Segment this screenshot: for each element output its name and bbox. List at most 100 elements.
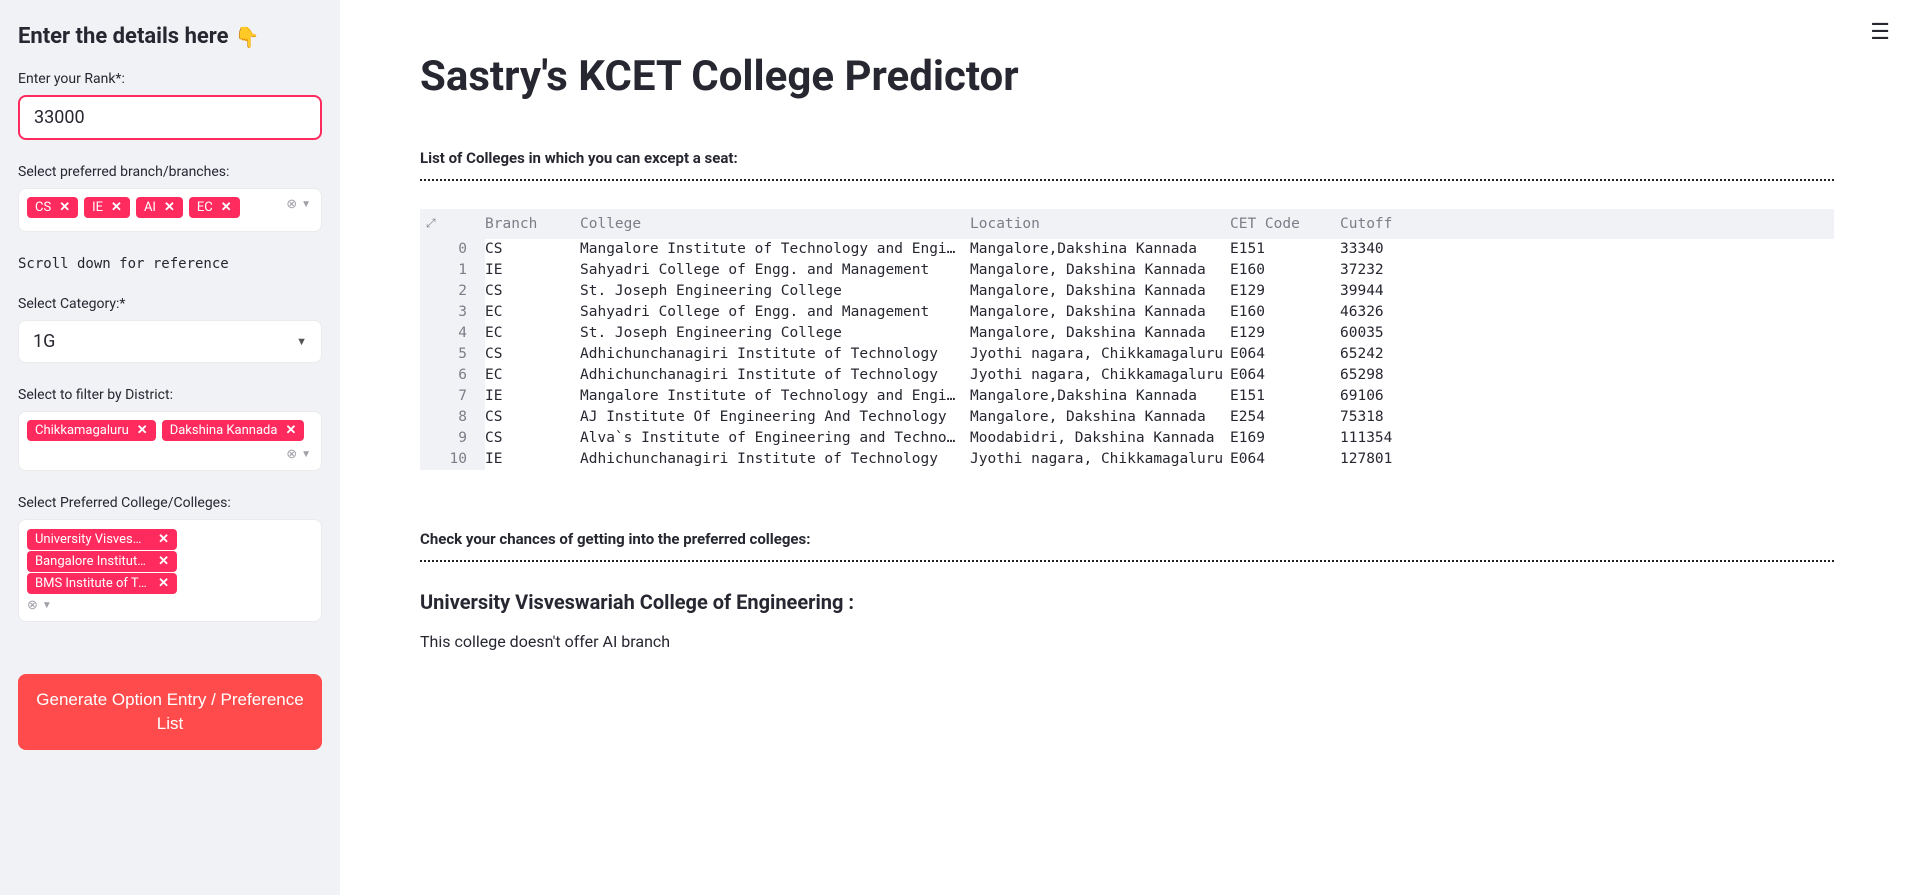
- cell-college: Adhichunchanagiri Institute of Technolog…: [580, 365, 970, 386]
- cell-cet-code: E160: [1230, 302, 1340, 323]
- remove-tag-icon[interactable]: ✕: [158, 554, 169, 569]
- cell-location: Mangalore,Dakshina Kannada: [970, 239, 1230, 260]
- cell-cet-code: E064: [1230, 449, 1340, 470]
- cell-cutoff: 111354: [1340, 428, 1430, 449]
- cell-location: Mangalore, Dakshina Kannada: [970, 407, 1230, 428]
- expand-icon[interactable]: ⤢: [426, 213, 436, 234]
- branch-tag[interactable]: IE✕: [84, 197, 130, 218]
- dropdown-caret-icon[interactable]: ▼: [301, 199, 311, 210]
- category-label: Select Category:*: [18, 296, 322, 312]
- remove-tag-icon[interactable]: ✕: [285, 423, 296, 438]
- divider: [420, 560, 1834, 562]
- table-row[interactable]: 2CSSt. Joseph Engineering CollegeMangalo…: [420, 281, 1834, 302]
- cell-cutoff: 75318: [1340, 407, 1430, 428]
- cell-college: Sahyadri College of Engg. and Management: [580, 260, 970, 281]
- cell-college: AJ Institute Of Engineering And Technolo…: [580, 407, 970, 428]
- college-tag[interactable]: Bangalore Institute of...✕: [27, 551, 177, 572]
- dropdown-caret-icon[interactable]: ▼: [42, 600, 52, 611]
- college-tag[interactable]: BMS Institute of Tech...✕: [27, 573, 177, 594]
- clear-all-icon[interactable]: ⊗: [286, 197, 297, 212]
- table-row[interactable]: 1IESahyadri College of Engg. and Managem…: [420, 260, 1834, 281]
- district-multiselect[interactable]: Chikkamagaluru✕ Dakshina Kannada✕ ⊗ ▼: [18, 411, 322, 471]
- cell-cutoff: 60035: [1340, 323, 1430, 344]
- remove-tag-icon[interactable]: ✕: [158, 576, 169, 591]
- cell-cutoff: 65242: [1340, 344, 1430, 365]
- dropdown-caret-icon[interactable]: ▼: [301, 449, 311, 460]
- branch-label: Select preferred branch/branches:: [18, 164, 322, 180]
- cell-branch: IE: [485, 260, 580, 281]
- table-row[interactable]: 5CSAdhichunchanagiri Institute of Techno…: [420, 344, 1834, 365]
- table-row[interactable]: 8CSAJ Institute Of Engineering And Techn…: [420, 407, 1834, 428]
- cell-location: Mangalore, Dakshina Kannada: [970, 281, 1230, 302]
- branch-tag[interactable]: EC✕: [189, 197, 240, 218]
- cell-location: Mangalore, Dakshina Kannada: [970, 302, 1230, 323]
- cell-cet-code: E064: [1230, 365, 1340, 386]
- remove-tag-icon[interactable]: ✕: [164, 200, 175, 215]
- cell-location: Jyothi nagara, Chikkamagaluru: [970, 344, 1230, 365]
- remove-tag-icon[interactable]: ✕: [59, 200, 70, 215]
- cell-college: Mangalore Institute of Technology and En…: [580, 239, 970, 260]
- branch-tag[interactable]: AI✕: [136, 197, 183, 218]
- multiselect-actions: ⊗ ▼: [27, 598, 54, 613]
- cell-cet-code: E160: [1230, 260, 1340, 281]
- generate-button[interactable]: Generate Option Entry / Preference List: [18, 674, 322, 750]
- row-index: 6: [420, 365, 485, 386]
- row-index: 2: [420, 281, 485, 302]
- table-row[interactable]: 4ECSt. Joseph Engineering CollegeMangalo…: [420, 323, 1834, 344]
- cell-branch: CS: [485, 281, 580, 302]
- cell-branch: IE: [485, 386, 580, 407]
- cell-college: Alva`s Institute of Engineering and Tech…: [580, 428, 970, 449]
- menu-icon[interactable]: ☰: [1870, 20, 1890, 45]
- category-dropdown[interactable]: 1G ▼: [18, 320, 322, 363]
- row-index: 4: [420, 323, 485, 344]
- main-content: ☰ Sastry's KCET College Predictor List o…: [340, 0, 1914, 895]
- remove-tag-icon[interactable]: ✕: [158, 532, 169, 547]
- cell-location: Mangalore, Dakshina Kannada: [970, 260, 1230, 281]
- table-row[interactable]: 0CSMangalore Institute of Technology and…: [420, 239, 1834, 260]
- table-row[interactable]: 9CSAlva`s Institute of Engineering and T…: [420, 428, 1834, 449]
- page-title: Sastry's KCET College Predictor: [420, 52, 1834, 101]
- row-index: 10: [420, 449, 485, 470]
- cell-cet-code: E151: [1230, 239, 1340, 260]
- cell-branch: CS: [485, 344, 580, 365]
- cell-cutoff: 39944: [1340, 281, 1430, 302]
- cell-branch: EC: [485, 365, 580, 386]
- remove-tag-icon[interactable]: ✕: [221, 200, 232, 215]
- cell-college: Adhichunchanagiri Institute of Technolog…: [580, 344, 970, 365]
- row-index: 5: [420, 344, 485, 365]
- college-tag[interactable]: University Visveswari...✕: [27, 529, 177, 550]
- cell-cutoff: 37232: [1340, 260, 1430, 281]
- cell-branch: CS: [485, 239, 580, 260]
- cell-branch: CS: [485, 428, 580, 449]
- cell-cutoff: 46326: [1340, 302, 1430, 323]
- cell-college: Sahyadri College of Engg. and Management: [580, 302, 970, 323]
- branch-tag[interactable]: CS✕: [27, 197, 78, 218]
- cell-college: St. Joseph Engineering College: [580, 323, 970, 344]
- cell-location: Jyothi nagara, Chikkamagaluru: [970, 365, 1230, 386]
- table-row[interactable]: 10IEAdhichunchanagiri Institute of Techn…: [420, 449, 1834, 470]
- cell-location: Mangalore,Dakshina Kannada: [970, 386, 1230, 407]
- district-field-group: Select to filter by District: Chikkamaga…: [18, 387, 322, 471]
- cell-location: Mangalore, Dakshina Kannada: [970, 323, 1230, 344]
- district-tag[interactable]: Chikkamagaluru✕: [27, 420, 156, 441]
- cell-location: Moodabidri, Dakshina Kannada: [970, 428, 1230, 449]
- clear-all-icon[interactable]: ⊗: [27, 598, 38, 613]
- table-row[interactable]: 7IEMangalore Institute of Technology and…: [420, 386, 1834, 407]
- branch-multiselect[interactable]: CS✕ IE✕ AI✕ EC✕ ⊗ ▼: [18, 188, 322, 232]
- district-tag[interactable]: Dakshina Kannada✕: [162, 420, 305, 441]
- cell-cutoff: 127801: [1340, 449, 1430, 470]
- college-multiselect[interactable]: University Visveswari...✕ Bangalore Inst…: [18, 519, 322, 622]
- table-row[interactable]: 3ECSahyadri College of Engg. and Managem…: [420, 302, 1834, 323]
- table-row[interactable]: 6ECAdhichunchanagiri Institute of Techno…: [420, 365, 1834, 386]
- district-label: Select to filter by District:: [18, 387, 322, 403]
- rank-input[interactable]: [18, 95, 322, 140]
- category-value: 1G: [33, 331, 55, 352]
- cell-cet-code: E254: [1230, 407, 1340, 428]
- remove-tag-icon[interactable]: ✕: [137, 423, 148, 438]
- multiselect-actions: ⊗ ▼: [286, 447, 313, 462]
- remove-tag-icon[interactable]: ✕: [111, 200, 122, 215]
- multiselect-actions: ⊗ ▼: [286, 197, 313, 212]
- cell-branch: EC: [485, 302, 580, 323]
- clear-all-icon[interactable]: ⊗: [286, 447, 297, 462]
- cell-cet-code: E151: [1230, 386, 1340, 407]
